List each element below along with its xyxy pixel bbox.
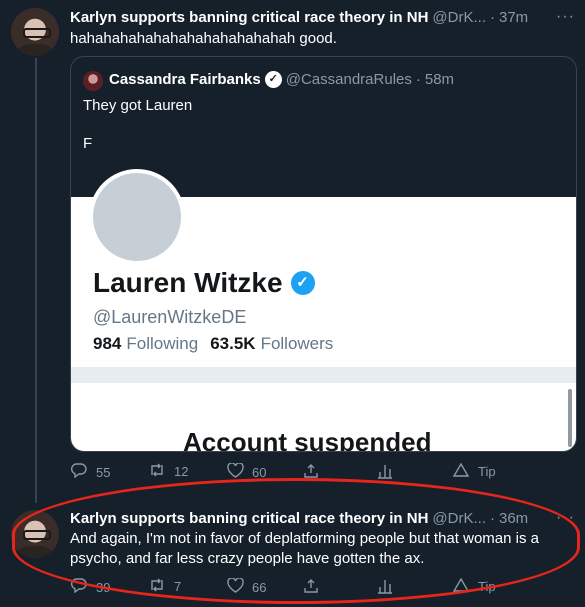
tip-icon	[452, 577, 470, 595]
profile-divider	[71, 367, 576, 383]
retweet-button[interactable]: 7	[148, 578, 181, 595]
author-name[interactable]: Karlyn supports banning critical race th…	[70, 510, 428, 527]
reply-icon	[70, 578, 88, 596]
profile-picture-placeholder	[89, 169, 185, 265]
reply-button[interactable]: 39	[70, 578, 110, 596]
analytics-button[interactable]	[376, 463, 402, 482]
reply-button[interactable]: 55	[70, 463, 110, 481]
separator: ·	[489, 8, 495, 26]
following-label: Following	[126, 334, 199, 353]
share-button[interactable]	[302, 578, 328, 597]
tweet-2[interactable]: Karlyn supports banning critical race th…	[0, 500, 585, 607]
quoted-author-handle: @CassandraRules	[285, 71, 412, 88]
bar-chart-icon	[376, 463, 394, 482]
tweet-actions: 55 12 60 Tip	[70, 462, 510, 483]
timestamp[interactable]: 37m	[499, 9, 528, 26]
like-button[interactable]: 66	[226, 577, 267, 596]
verified-badge-icon: ✓	[290, 271, 315, 295]
heart-icon	[226, 577, 244, 596]
reply-count: 55	[96, 464, 111, 480]
share-icon	[302, 578, 320, 597]
quoted-header: Cassandra Fairbanks ✓ @CassandraRules · …	[109, 71, 454, 88]
quoted-author-name: Cassandra Fairbanks	[109, 71, 261, 88]
account-suspended-heading: Account suspended	[183, 427, 432, 452]
separator: ·	[489, 509, 495, 527]
scrollbar[interactable]	[568, 389, 572, 447]
quoted-image-profile-screenshot[interactable]: Lauren Witzke ✓ @LaurenWitzkeDE 984 Follo…	[71, 167, 576, 452]
tweet-actions: 39 7 66 Tip	[70, 577, 510, 598]
quoted-avatar	[83, 71, 103, 91]
tip-button[interactable]: Tip	[452, 462, 496, 480]
tweet-header: Karlyn supports banning critical race th…	[70, 508, 575, 528]
quoted-text-line-2: F	[83, 135, 93, 152]
like-count: 66	[252, 579, 267, 595]
share-icon	[302, 463, 320, 482]
share-button[interactable]	[302, 463, 328, 482]
author-name[interactable]: Karlyn supports banning critical race th…	[70, 9, 428, 26]
more-options-icon[interactable]: ···	[556, 9, 575, 25]
quoted-text-line-1: They got Lauren	[83, 97, 193, 114]
retweet-icon	[148, 578, 166, 595]
verified-badge-icon: ✓	[264, 71, 282, 88]
tip-label: Tip	[478, 464, 496, 479]
followers-label: Followers	[260, 334, 334, 353]
reply-count: 39	[96, 579, 111, 595]
like-button[interactable]: 60	[226, 462, 267, 481]
reply-icon	[70, 463, 88, 481]
avatar[interactable]	[11, 510, 59, 558]
retweet-count: 12	[174, 464, 189, 479]
like-count: 60	[252, 464, 267, 480]
followers-count: 63.5K	[210, 334, 256, 353]
avatar[interactable]	[11, 8, 59, 56]
bar-chart-icon	[376, 578, 394, 597]
profile-name-text: Lauren Witzke	[93, 267, 283, 298]
retweet-count: 7	[174, 579, 182, 594]
tweet-text: hahahahahahahahahahahahahah good.	[70, 30, 337, 47]
separator: ·	[415, 71, 421, 88]
heart-icon	[226, 462, 244, 481]
analytics-button[interactable]	[376, 578, 402, 597]
tip-button[interactable]: Tip	[452, 577, 496, 595]
retweet-button[interactable]: 12	[148, 463, 188, 480]
author-handle[interactable]: @DrK...	[432, 510, 486, 527]
more-options-icon[interactable]: ···	[556, 510, 575, 526]
tweet-1[interactable]: Karlyn supports banning critical race th…	[0, 0, 585, 480]
profile-stats: 984 Following 63.5K Followers	[93, 334, 333, 354]
profile-handle: @LaurenWitzkeDE	[93, 307, 247, 327]
retweet-icon	[148, 463, 166, 480]
profile-name: Lauren Witzke ✓	[93, 267, 315, 299]
author-handle[interactable]: @DrK...	[432, 9, 486, 26]
tip-label: Tip	[478, 579, 496, 594]
tweet-text: And again, I'm not in favor of deplatfor…	[70, 530, 539, 567]
tip-icon	[452, 462, 470, 480]
timestamp[interactable]: 36m	[499, 510, 528, 527]
tweet-header: Karlyn supports banning critical race th…	[70, 7, 575, 27]
quoted-timestamp: 58m	[424, 71, 455, 88]
quoted-tweet[interactable]: Cassandra Fairbanks ✓ @CassandraRules · …	[70, 56, 577, 452]
following-count: 984	[93, 334, 122, 353]
